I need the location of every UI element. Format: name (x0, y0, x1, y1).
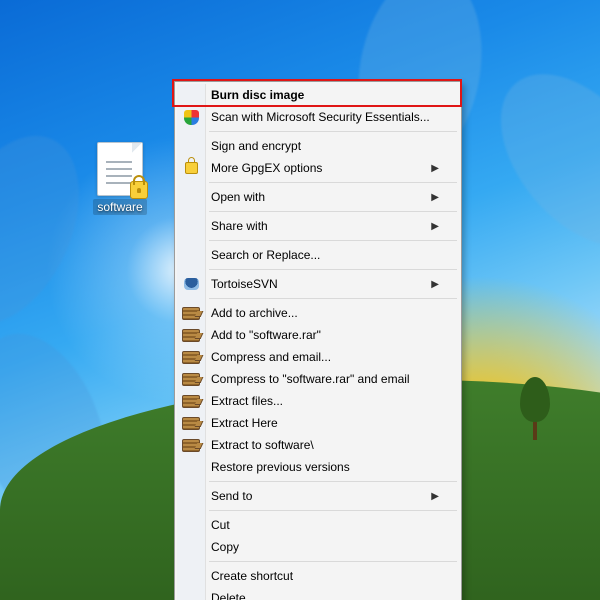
menu-item-delete[interactable]: Delete (177, 587, 459, 600)
menu-item-add-to-software-rar[interactable]: Add to "software.rar" (177, 324, 459, 346)
menu-item-label: Extract Here (211, 416, 439, 430)
menu-item-label: Burn disc image (211, 88, 439, 102)
menu-item-extract-here[interactable]: Extract Here (177, 412, 459, 434)
wallpaper-leaf (470, 45, 600, 275)
submenu-arrow-icon: ▶ (431, 163, 439, 174)
wallpaper-tree (520, 377, 550, 440)
file-label: software (93, 199, 146, 215)
menu-item-search-or-replace[interactable]: Search or Replace... (177, 244, 459, 266)
menu-separator (209, 269, 457, 270)
archive-icon (182, 414, 200, 432)
menu-separator (209, 298, 457, 299)
menu-item-label: TortoiseSVN (211, 277, 423, 291)
menu-separator (209, 510, 457, 511)
menu-item-cut[interactable]: Cut (177, 514, 459, 536)
archive-icon (182, 392, 200, 410)
menu-item-extract-to-software[interactable]: Extract to software\ (177, 434, 459, 456)
menu-item-sign-and-encrypt[interactable]: Sign and encrypt (177, 135, 459, 157)
menu-item-label: Add to archive... (211, 306, 439, 320)
menu-item-burn-disc-image[interactable]: Burn disc image (177, 84, 459, 106)
menu-item-label: Share with (211, 219, 423, 233)
menu-item-label: Add to "software.rar" (211, 328, 439, 342)
menu-item-send-to[interactable]: Send to ▶ (177, 485, 459, 507)
tortoisesvn-icon (182, 275, 200, 293)
archive-icon (182, 370, 200, 388)
menu-item-label: Restore previous versions (211, 460, 439, 474)
archive-icon (182, 348, 200, 366)
menu-item-label: Cut (211, 518, 439, 532)
file-icon (97, 142, 143, 196)
menu-item-label: More GpgEX options (211, 161, 423, 175)
menu-item-share-with[interactable]: Share with ▶ (177, 215, 459, 237)
submenu-arrow-icon: ▶ (431, 192, 439, 203)
menu-separator (209, 131, 457, 132)
menu-item-label: Create shortcut (211, 569, 439, 583)
menu-separator (209, 211, 457, 212)
menu-item-add-to-archive[interactable]: Add to archive... (177, 302, 459, 324)
menu-item-label: Copy (211, 540, 439, 554)
menu-item-label: Extract to software\ (211, 438, 439, 452)
context-menu: Burn disc image Scan with Microsoft Secur… (174, 81, 462, 600)
menu-item-more-gpgex-options[interactable]: More GpgEX options ▶ (177, 157, 459, 179)
archive-icon (182, 436, 200, 454)
menu-separator (209, 182, 457, 183)
menu-separator (209, 481, 457, 482)
menu-item-label: Search or Replace... (211, 248, 439, 262)
archive-icon (182, 304, 200, 322)
menu-item-scan-with-microsoft-security-essentials[interactable]: Scan with Microsoft Security Essentials.… (177, 106, 459, 128)
menu-item-create-shortcut[interactable]: Create shortcut (177, 565, 459, 587)
desktop-file-software[interactable]: software (81, 142, 159, 220)
menu-item-compress-and-email[interactable]: Compress and email... (177, 346, 459, 368)
menu-separator (209, 561, 457, 562)
menu-item-label: Sign and encrypt (211, 139, 439, 153)
menu-item-tortoisesvn[interactable]: TortoiseSVN ▶ (177, 273, 459, 295)
menu-item-restore-previous-versions[interactable]: Restore previous versions (177, 456, 459, 478)
shield-icon (182, 108, 200, 126)
submenu-arrow-icon: ▶ (431, 491, 439, 502)
lock-overlay-icon (130, 181, 148, 199)
desktop[interactable]: software Burn disc image Scan with Micros… (0, 0, 600, 600)
menu-item-label: Compress and email... (211, 350, 439, 364)
menu-item-open-with[interactable]: Open with ▶ (177, 186, 459, 208)
menu-item-label: Compress to "software.rar" and email (211, 372, 439, 386)
menu-item-extract-files[interactable]: Extract files... (177, 390, 459, 412)
submenu-arrow-icon: ▶ (431, 279, 439, 290)
menu-item-label: Delete (211, 591, 439, 600)
menu-item-label: Open with (211, 190, 423, 204)
lock-icon (182, 159, 200, 177)
menu-separator (209, 240, 457, 241)
archive-icon (182, 326, 200, 344)
menu-item-label: Extract files... (211, 394, 439, 408)
menu-item-label: Scan with Microsoft Security Essentials.… (211, 110, 439, 124)
menu-item-compress-to-software-rar-and-email[interactable]: Compress to "software.rar" and email (177, 368, 459, 390)
menu-item-label: Send to (211, 489, 423, 503)
submenu-arrow-icon: ▶ (431, 221, 439, 232)
menu-item-copy[interactable]: Copy (177, 536, 459, 558)
